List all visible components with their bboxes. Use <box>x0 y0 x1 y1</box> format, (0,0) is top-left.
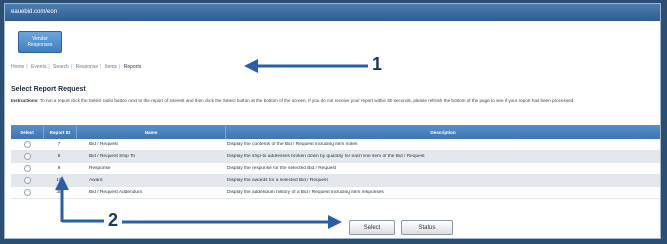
annotation-label-2: 2 <box>108 210 119 230</box>
annotation-layer <box>55 59 368 229</box>
arrow-2-up <box>55 176 69 222</box>
annotation-label-1: 1 <box>372 54 383 74</box>
arrow-1 <box>244 59 368 73</box>
arrow-2-right <box>122 215 342 229</box>
